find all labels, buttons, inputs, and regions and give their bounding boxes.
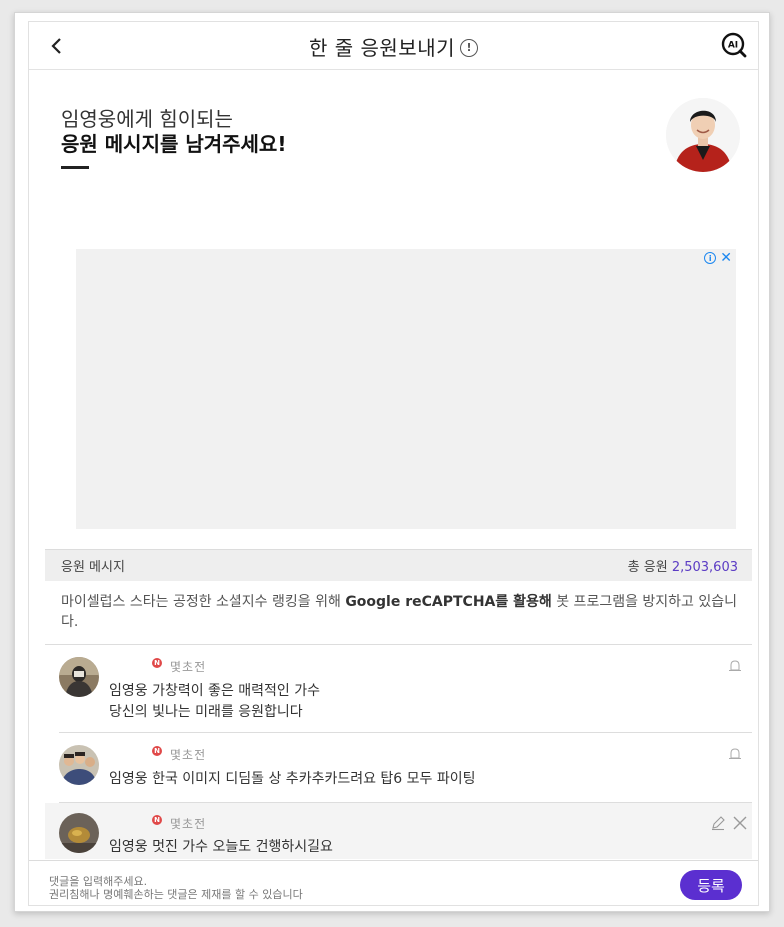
new-badge: N: [152, 746, 162, 756]
comment-item: N 몇초전 임영웅 한국 이미지 디딤돌 상 추카추카드려요 탑6 모두 파이팅: [45, 733, 752, 803]
report-bell-icon[interactable]: [728, 747, 742, 761]
avatar: [59, 657, 99, 697]
comment-time: 몇초전: [170, 817, 207, 831]
new-badge: N: [152, 658, 162, 668]
comment-item: N 몇초전 임영웅 가창력이 좋은 매력적인 가수 당신의 빛나는 미래를 응원…: [45, 645, 752, 733]
ad-info-icon[interactable]: i: [704, 252, 717, 264]
delete-icon[interactable]: [732, 815, 748, 831]
recaptcha-notice: 마이셀럽스 스타는 공정한 소셜지수 랭킹을 위해 Google reCAPTC…: [61, 592, 741, 632]
messages-section-label: 응원 메시지: [61, 560, 125, 575]
new-badge: N: [152, 815, 162, 825]
ai-label: AI: [728, 41, 738, 51]
comment-time: 몇초전: [170, 748, 207, 762]
info-icon[interactable]: !: [460, 38, 478, 57]
comment-item: N 몇초전 임영웅 멋진 가수 오늘도 건행하시길요: [45, 803, 752, 859]
title-wrap: 한 줄 응원보내기 !: [29, 22, 758, 70]
comment-text: 임영웅 한국 이미지 디딤돌 상 추카추카드려요 탑6 모두 파이팅: [109, 769, 476, 790]
total-label: 총 응원: [627, 560, 668, 575]
header: 한 줄 응원보내기 ! AI: [29, 22, 758, 70]
artist-avatar: [666, 98, 740, 172]
comment-line: 당신의 빛나는 미래를 응원합니다: [109, 704, 303, 720]
notice-text-before: 마이셀럽스 스타는 공정한 소셜지수 랭킹을 위해: [61, 594, 346, 610]
user-photo-icon: [59, 657, 99, 697]
ad-controls: i ✕: [704, 251, 732, 265]
window-frame: 한 줄 응원보내기 ! AI 임영웅에게 힘이되는 응원 메시지를 남겨주세요!: [14, 12, 770, 912]
avatar: [59, 813, 99, 853]
ai-search-icon[interactable]: AI: [720, 31, 748, 59]
report-bell-icon[interactable]: [728, 659, 742, 673]
messages-header: 응원 메시지 총 응원 2,503,603: [45, 549, 752, 581]
artist-photo-icon: [666, 98, 740, 172]
comment-time: 몇초전: [170, 660, 207, 674]
input-warning: 권리침해나 명예훼손하는 댓글은 제재를 할 수 있습니다: [49, 888, 303, 901]
page-title: 한 줄 응원보내기: [308, 35, 455, 60]
comment-line: 임영웅 한국 이미지 디딤돌 상 추카추카드려요 탑6 모두 파이팅: [109, 771, 476, 787]
total-support: 총 응원 2,503,603: [628, 556, 738, 575]
user-photo-icon: [59, 745, 99, 785]
submit-button[interactable]: 등록: [680, 870, 742, 900]
hero-title: 응원 메시지를 남겨주세요!: [61, 132, 287, 156]
hero-underline: [61, 166, 89, 169]
avatar: [59, 745, 99, 785]
comment-text: 임영웅 멋진 가수 오늘도 건행하시길요: [109, 837, 333, 858]
comment-input-bar: 댓글을 입력해주세요. 권리침해나 명예훼손하는 댓글은 제재를 할 수 있습니…: [29, 860, 758, 905]
total-count: 2,503,603: [671, 560, 738, 575]
app-container: 한 줄 응원보내기 ! AI 임영웅에게 힘이되는 응원 메시지를 남겨주세요!: [28, 21, 759, 906]
user-photo-icon: [59, 813, 99, 853]
ad-banner[interactable]: i ✕: [76, 249, 736, 529]
ad-close-icon[interactable]: ✕: [720, 251, 732, 265]
edit-icon[interactable]: [710, 815, 726, 831]
input-placeholder: 댓글을 입력해주세요.: [49, 875, 148, 888]
comment-line: 임영웅 가창력이 좋은 매력적인 가수: [109, 683, 320, 699]
comment-text: 임영웅 가창력이 좋은 매력적인 가수 당신의 빛나는 미래를 응원합니다: [109, 681, 320, 723]
hero-section: 임영웅에게 힘이되는 응원 메시지를 남겨주세요!: [29, 71, 758, 183]
notice-text-bold: Google reCAPTCHA를 활용해: [345, 594, 552, 610]
comment-input[interactable]: 댓글을 입력해주세요. 권리침해나 명예훼손하는 댓글은 제재를 할 수 있습니…: [49, 875, 303, 901]
comment-line: 임영웅 멋진 가수 오늘도 건행하시길요: [109, 839, 333, 855]
